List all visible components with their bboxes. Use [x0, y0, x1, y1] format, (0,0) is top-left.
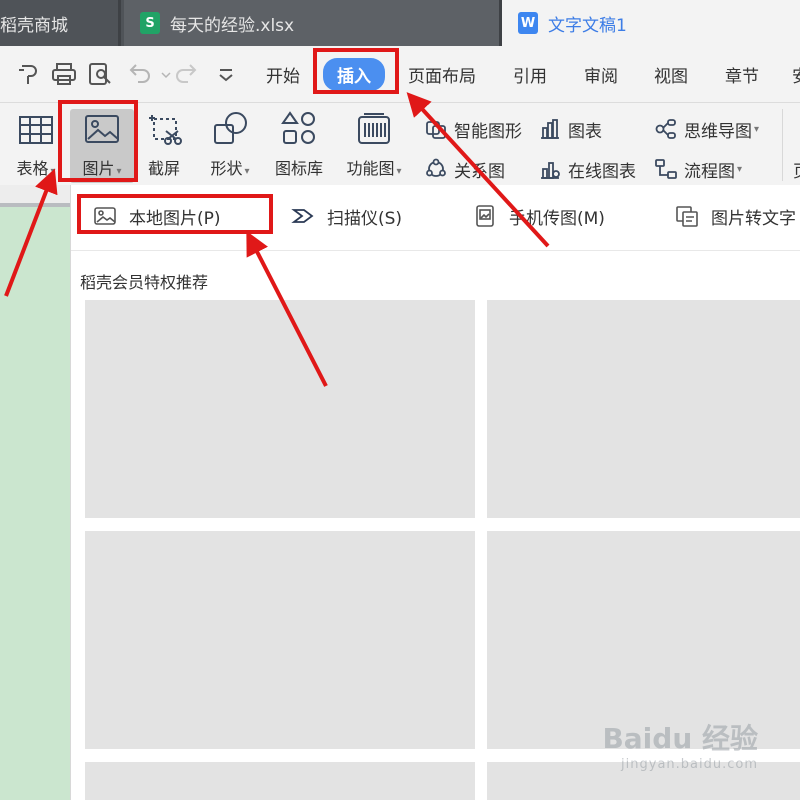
tab-label: 稻壳商城	[0, 15, 68, 36]
image-to-text-option[interactable]: 图片转文字	[675, 201, 796, 231]
screenshot-button[interactable]: 截屏	[140, 109, 188, 183]
format-painter-icon[interactable]	[14, 60, 42, 88]
function-chart-button[interactable]: 功能图 ▾	[338, 109, 410, 183]
watermark-title: Baidu 经验	[602, 722, 758, 755]
document-page[interactable]	[0, 207, 70, 800]
smart-graphic-icon	[424, 117, 448, 141]
picture-dropdown-panel: 本地图片(P) 扫描仪(S) 手机传图(M) 图片转文字 稻壳会员特权推荐	[70, 185, 800, 800]
chart-label: 图表	[568, 121, 602, 142]
icon-library-button[interactable]: 图标库	[268, 109, 330, 183]
tab-docer-store[interactable]: 稻壳商城	[0, 0, 118, 46]
menu-review[interactable]: 审阅	[584, 62, 618, 87]
relationship-chart-button[interactable]: 关系图	[424, 154, 505, 184]
mind-map-button[interactable]: 思维导图 ▾	[654, 114, 759, 144]
menu-page-layout[interactable]: 页面布局	[408, 62, 476, 87]
highlight-picture-button	[58, 100, 138, 182]
print-preview-icon[interactable]	[86, 60, 114, 88]
watermark-url: jingyan.baidu.com	[621, 757, 758, 772]
phone-image-icon	[473, 204, 497, 228]
tab-document[interactable]: W 文字文稿1	[502, 0, 800, 46]
chevron-down-icon: ▾	[396, 166, 402, 177]
tab-label: 文字文稿1	[548, 15, 627, 36]
mind-map-label: 思维导图	[684, 121, 752, 142]
page-element-label: 页	[793, 157, 800, 182]
table-button[interactable]: 表格 ▾	[8, 109, 64, 183]
document-area	[0, 185, 70, 800]
smart-graphic-label: 智能图形	[454, 121, 522, 142]
page-element-button[interactable]: 页	[793, 154, 800, 184]
more-dropdown-icon[interactable]	[212, 60, 240, 88]
online-chart-icon	[538, 157, 562, 181]
phone-upload-label: 手机传图(M)	[509, 208, 605, 229]
flowchart-label: 流程图	[684, 161, 735, 182]
recommend-card[interactable]	[487, 300, 800, 518]
undo-icon[interactable]	[126, 60, 154, 88]
relationship-icon	[424, 157, 448, 181]
scanner-icon	[291, 204, 315, 228]
recommend-card[interactable]	[85, 300, 475, 518]
menu-references[interactable]: 引用	[513, 62, 547, 87]
relationship-chart-label: 关系图	[454, 161, 505, 182]
tab-bar: 稻壳商城 S 每天的经验.xlsx W 文字文稿1	[0, 0, 800, 46]
function-chart-label: 功能图	[346, 159, 395, 178]
flowchart-button[interactable]: 流程图 ▾	[654, 154, 742, 184]
app-window: 稻壳商城 S 每天的经验.xlsx W 文字文稿1 开始 插入 页面布局 引用 …	[0, 0, 800, 800]
flowchart-icon	[654, 157, 678, 181]
undo-dropdown-icon[interactable]	[152, 60, 171, 88]
shape-button[interactable]: 形状 ▾	[202, 109, 258, 183]
scanner-option[interactable]: 扫描仪(S)	[291, 201, 402, 231]
tab-label: 每天的经验.xlsx	[170, 15, 295, 36]
table-icon	[16, 109, 56, 149]
shape-icon	[210, 109, 250, 149]
scanner-label: 扫描仪(S)	[327, 208, 403, 229]
highlight-local-picture	[77, 194, 273, 234]
member-recommend-title: 稻壳会员特权推荐	[80, 273, 209, 292]
chevron-down-icon: ▾	[754, 123, 760, 135]
baidu-watermark: Baidu 经验 jingyan.baidu.com	[602, 717, 758, 772]
spreadsheet-file-icon: S	[140, 12, 160, 34]
phone-upload-option[interactable]: 手机传图(M)	[473, 201, 605, 231]
mind-map-icon	[654, 117, 678, 141]
icon-library-label: 图标库	[274, 159, 323, 178]
smart-graphic-button[interactable]: 智能图形	[424, 114, 522, 144]
chevron-down-icon: ▾	[244, 166, 250, 177]
chevron-down-icon: ▾	[50, 166, 56, 177]
tab-spreadsheet[interactable]: S 每天的经验.xlsx	[124, 0, 499, 46]
tab-divider	[118, 0, 121, 46]
scissors-icon	[144, 109, 184, 149]
chevron-down-icon: ▾	[737, 163, 743, 175]
shape-label: 形状	[210, 159, 243, 178]
recommend-card[interactable]	[85, 762, 475, 800]
ribbon-divider	[782, 109, 783, 181]
table-label: 表格	[16, 159, 49, 178]
menu-view[interactable]: 视图	[654, 62, 688, 87]
screenshot-label: 截屏	[147, 159, 180, 178]
barcode-icon	[354, 109, 394, 149]
chart-button[interactable]: 图表	[538, 114, 602, 144]
menu-bar: 开始 插入 页面布局 引用 审阅 视图 章节 安	[0, 46, 800, 102]
menu-chapter[interactable]: 章节	[725, 62, 759, 87]
highlight-insert-tab	[313, 48, 399, 94]
menu-security[interactable]: 安	[792, 62, 800, 87]
menu-home[interactable]: 开始	[266, 62, 300, 87]
icon-library-icon	[279, 109, 319, 149]
image-to-text-label: 图片转文字	[711, 208, 796, 229]
document-file-icon: W	[518, 12, 538, 34]
online-chart-label: 在线图表	[568, 161, 636, 182]
recommend-card[interactable]	[85, 531, 475, 749]
bar-chart-icon	[538, 117, 562, 141]
print-icon[interactable]	[50, 60, 78, 88]
online-chart-button[interactable]: 在线图表	[538, 154, 636, 184]
image-to-text-icon	[675, 204, 699, 228]
redo-icon[interactable]	[172, 60, 200, 88]
